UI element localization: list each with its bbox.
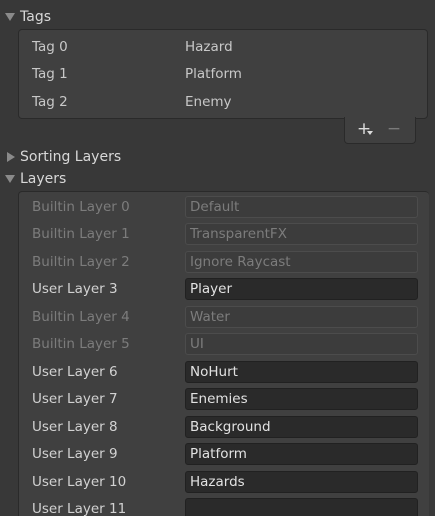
layer-row: User Layer 8 Background [19, 414, 429, 441]
foldout-expanded-icon [5, 13, 15, 21]
layer-row: Builtin Layer 1 TransparentFX [19, 221, 429, 248]
scrollbar-edge [430, 0, 435, 516]
layer-row: User Layer 10 Hazards [19, 469, 429, 496]
layer-name-field-disabled: UI [185, 333, 418, 355]
layer-row: User Layer 11 [19, 496, 429, 516]
layer-name-field-disabled: Ignore Raycast [185, 251, 418, 273]
tags-list: Tag 0 Hazard Tag 1 Platform Tag 2 Enemy [18, 29, 428, 119]
layer-name-field[interactable]: NoHurt [185, 361, 418, 383]
remove-tag-button[interactable]: − [383, 119, 405, 139]
tag-manager-inspector: Tags Tag 0 Hazard Tag 1 Platform Tag 2 E… [0, 0, 435, 516]
layer-name-field[interactable]: Enemies [185, 388, 418, 410]
layer-name-field-disabled: Default [185, 196, 418, 218]
layer-name-field-disabled: Water [185, 306, 418, 328]
layers-header-label: Layers [20, 171, 67, 187]
tag-value: Hazard [185, 38, 233, 55]
layer-name-field[interactable]: Player [185, 278, 418, 300]
layer-row: User Layer 9 Platform [19, 441, 429, 468]
sorting-layers-header-label: Sorting Layers [20, 149, 122, 165]
layer-name: User Layer 10 [32, 474, 127, 490]
list-footer: + − [344, 117, 416, 144]
layer-name: User Layer 3 [32, 281, 118, 297]
dropdown-arrow-icon [367, 131, 373, 135]
tags-header-label: Tags [20, 9, 51, 25]
tags-foldout[interactable]: Tags [0, 7, 51, 27]
layer-name: Builtin Layer 2 [32, 254, 130, 270]
layer-name: User Layer 9 [32, 446, 118, 462]
layer-name: Builtin Layer 1 [32, 226, 130, 242]
layer-name: Builtin Layer 0 [32, 199, 130, 215]
layer-row: Builtin Layer 2 Ignore Raycast [19, 249, 429, 276]
layer-name: User Layer 7 [32, 391, 118, 407]
add-tag-button[interactable]: + [353, 119, 375, 139]
minus-icon: − [386, 119, 402, 139]
tag-row[interactable]: Tag 2 Enemy [19, 88, 427, 115]
tag-name: Tag 0 [32, 38, 68, 55]
tag-row[interactable]: Tag 0 Hazard [19, 33, 427, 60]
layer-name-field[interactable]: Background [185, 416, 418, 438]
layer-row: User Layer 3 Player [19, 276, 429, 303]
foldout-collapsed-icon [7, 152, 15, 162]
tag-value: Enemy [185, 93, 232, 110]
layer-name: User Layer 8 [32, 419, 118, 435]
layer-row: Builtin Layer 5 UI [19, 331, 429, 358]
sorting-layers-foldout[interactable]: Sorting Layers [0, 147, 121, 167]
tag-value: Platform [185, 65, 242, 82]
tag-name: Tag 1 [32, 65, 68, 82]
layers-foldout[interactable]: Layers [0, 169, 66, 189]
layer-name: Builtin Layer 4 [32, 309, 130, 325]
layer-row: User Layer 7 Enemies [19, 386, 429, 413]
layer-name: Builtin Layer 5 [32, 336, 130, 352]
tag-row[interactable]: Tag 1 Platform [19, 60, 427, 87]
layer-name-field[interactable]: Platform [185, 443, 418, 465]
layers-list: Builtin Layer 0 Default Builtin Layer 1 … [18, 191, 429, 516]
layer-name: User Layer 6 [32, 364, 118, 380]
layer-row: User Layer 6 NoHurt [19, 359, 429, 386]
foldout-expanded-icon [5, 175, 15, 183]
tag-name: Tag 2 [32, 93, 68, 110]
layer-row: Builtin Layer 0 Default [19, 194, 429, 221]
layer-name-field[interactable]: Hazards [185, 471, 418, 493]
layer-name: User Layer 11 [32, 501, 127, 516]
layer-row: Builtin Layer 4 Water [19, 304, 429, 331]
layer-name-field[interactable] [185, 498, 418, 516]
layer-name-field-disabled: TransparentFX [185, 223, 418, 245]
plus-icon: + [356, 119, 372, 139]
